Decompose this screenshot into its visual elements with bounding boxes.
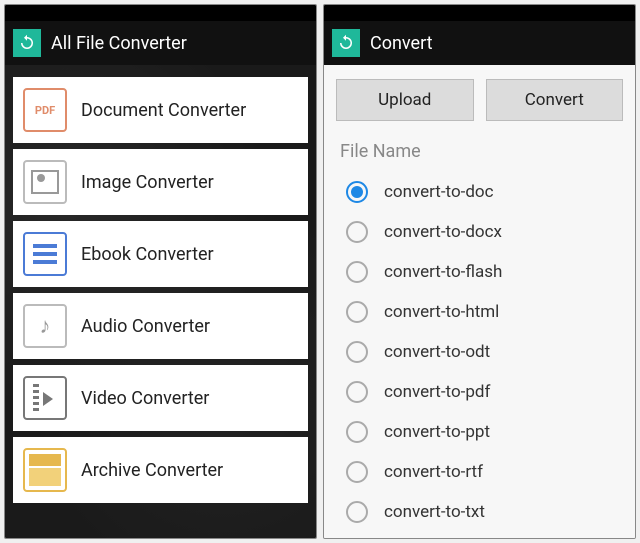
status-bar <box>5 5 316 21</box>
refresh-icon <box>18 34 36 52</box>
screen-right: Convert Upload Convert File Name convert… <box>323 4 636 539</box>
menu-item-label: Image Converter <box>81 172 214 193</box>
format-option-label: convert-to-flash <box>384 262 502 282</box>
radio-icon <box>346 381 368 403</box>
menu-item-label: Document Converter <box>81 100 246 121</box>
converter-menu: Document Converter Image Converter Ebook C… <box>5 65 316 538</box>
upload-button[interactable]: Upload <box>336 79 474 121</box>
menu-item-video[interactable]: Video Converter <box>13 365 308 431</box>
format-options: convert-to-doc convert-to-docx convert-to-… <box>324 172 635 538</box>
convert-button[interactable]: Convert <box>486 79 624 121</box>
app-title: All File Converter <box>51 33 187 54</box>
section-label: File Name <box>324 135 635 172</box>
format-option[interactable]: convert-to-pdf <box>328 372 631 412</box>
pdf-icon <box>23 88 67 132</box>
status-bar <box>324 5 635 21</box>
menu-item-ebook[interactable]: Ebook Converter <box>13 221 308 287</box>
audio-icon <box>23 304 67 348</box>
radio-icon <box>346 501 368 523</box>
radio-icon <box>346 181 368 203</box>
format-option-label: convert-to-pdf <box>384 382 490 402</box>
menu-item-pdf[interactable]: Document Converter <box>13 77 308 143</box>
title-bar: All File Converter <box>5 21 316 65</box>
screen-left: All File Converter Document Converter Ima… <box>4 4 317 539</box>
format-option-label: convert-to-rtf <box>384 462 483 482</box>
format-option[interactable]: convert-to-html <box>328 292 631 332</box>
format-option[interactable]: convert-to-docx <box>328 212 631 252</box>
app-title: Convert <box>370 33 433 54</box>
title-bar: Convert <box>324 21 635 65</box>
radio-icon <box>346 301 368 323</box>
radio-icon <box>346 221 368 243</box>
format-option-label: convert-to-txt <box>384 502 485 522</box>
format-option[interactable]: convert-to-flash <box>328 252 631 292</box>
archive-icon <box>23 448 67 492</box>
format-option-label: convert-to-docx <box>384 222 502 242</box>
radio-icon <box>346 341 368 363</box>
image-icon <box>23 160 67 204</box>
format-option[interactable]: convert-to-txt <box>328 492 631 532</box>
app-icon <box>332 29 360 57</box>
format-option-label: convert-to-html <box>384 302 499 322</box>
format-option[interactable]: convert-to-doc <box>328 172 631 212</box>
format-option-label: convert-to-odt <box>384 342 490 362</box>
menu-item-label: Video Converter <box>81 388 209 409</box>
menu-item-label: Ebook Converter <box>81 244 214 265</box>
menu-item-label: Audio Converter <box>81 316 210 337</box>
ebook-icon <box>23 232 67 276</box>
refresh-icon <box>337 34 355 52</box>
radio-icon <box>346 421 368 443</box>
format-option-label: convert-to-doc <box>384 182 494 202</box>
radio-icon <box>346 261 368 283</box>
menu-item-archive[interactable]: Archive Converter <box>13 437 308 503</box>
radio-icon <box>346 461 368 483</box>
menu-item-image[interactable]: Image Converter <box>13 149 308 215</box>
format-option[interactable]: convert-to-ppt <box>328 412 631 452</box>
menu-item-audio[interactable]: Audio Converter <box>13 293 308 359</box>
format-option[interactable]: convert-to-odt <box>328 332 631 372</box>
menu-item-label: Archive Converter <box>81 460 223 481</box>
format-option[interactable]: convert-to-rtf <box>328 452 631 492</box>
convert-body: Upload Convert File Name convert-to-docc… <box>324 65 635 538</box>
app-icon <box>13 29 41 57</box>
video-icon <box>23 376 67 420</box>
action-buttons: Upload Convert <box>324 65 635 135</box>
format-option-label: convert-to-ppt <box>384 422 490 442</box>
